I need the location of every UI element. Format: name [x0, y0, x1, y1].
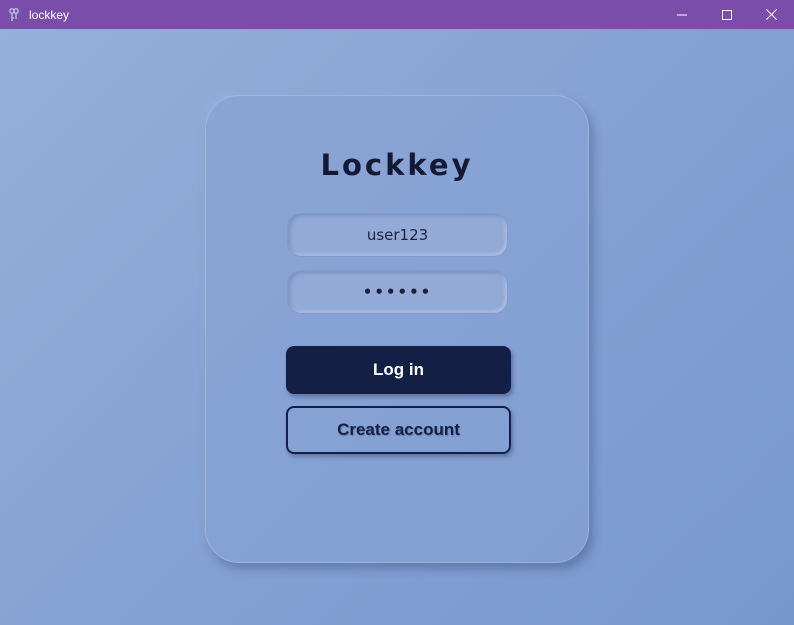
close-button[interactable] [749, 0, 794, 29]
window-controls [659, 0, 794, 29]
close-icon [766, 9, 777, 20]
app-window: lockkey Lockkey user123 •••••• Log in Cr… [0, 0, 794, 625]
app-brand-title: Lockkey [320, 148, 474, 182]
app-content [0, 29, 794, 625]
maximize-button[interactable] [704, 0, 749, 29]
title-bar[interactable]: lockkey [0, 0, 794, 29]
password-field[interactable]: •••••• [287, 270, 508, 314]
login-button[interactable]: Log in [286, 346, 511, 394]
maximize-icon [721, 9, 732, 20]
username-field[interactable]: user123 [287, 213, 508, 257]
key-icon [7, 7, 21, 22]
minimize-button[interactable] [659, 0, 704, 29]
create-account-button[interactable]: Create account [286, 406, 511, 454]
minimize-icon [676, 14, 687, 15]
window-title: lockkey [29, 7, 70, 22]
